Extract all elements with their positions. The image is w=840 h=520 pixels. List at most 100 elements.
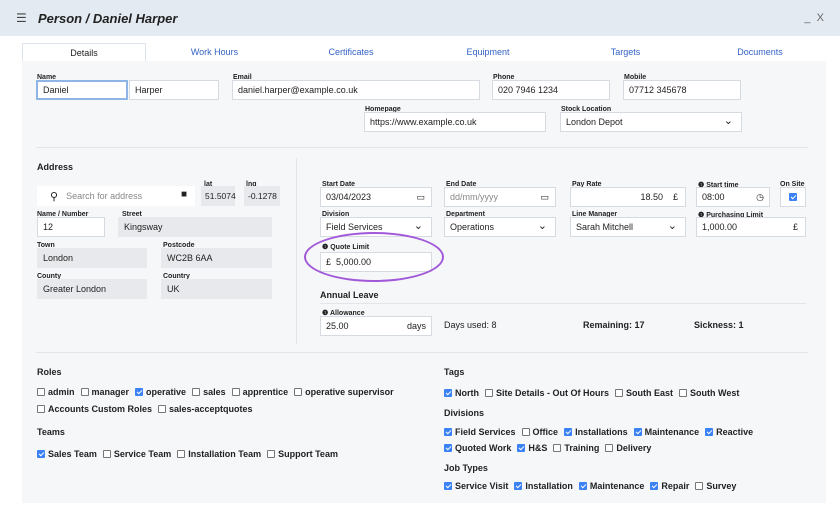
job-type-survey[interactable]: Survey	[695, 481, 736, 491]
currency-symbol: £	[672, 192, 678, 202]
on-site-checkbox[interactable]	[789, 193, 797, 201]
role-admin[interactable]: admin	[37, 387, 75, 397]
tab-work-hours[interactable]: Work Hours	[146, 43, 283, 61]
end-date-input[interactable]: dd/mm/yyyy ▭	[444, 187, 556, 207]
tag-north[interactable]: North	[444, 388, 479, 398]
checkbox[interactable]	[80, 388, 89, 396]
checkbox[interactable]	[485, 389, 493, 397]
role-operative-supervisor[interactable]: operative supervisor	[294, 387, 394, 397]
phone-input[interactable]: 020 7946 1234	[492, 80, 610, 100]
role-sales-acceptquotes[interactable]: sales-acceptquotes	[158, 404, 253, 414]
purchasing-limit-input[interactable]: 1,000.00 £	[696, 217, 806, 237]
address-search-placeholder: Search for address	[66, 191, 143, 201]
role-sales[interactable]: sales	[192, 387, 226, 397]
division-h-and-s[interactable]: H&S	[517, 443, 547, 453]
division-training[interactable]: Training	[553, 443, 599, 453]
division-quoted-work[interactable]: Quoted Work	[444, 443, 511, 453]
checkbox[interactable]	[192, 388, 201, 396]
address-heading: Address	[37, 162, 74, 172]
checkbox[interactable]	[135, 388, 144, 396]
checkbox[interactable]	[444, 444, 452, 452]
start-date-input[interactable]: 03/04/2023 ▭	[320, 187, 432, 207]
checkbox[interactable]	[553, 444, 562, 452]
teams-row: Sales Team Service Team Installation Team S…	[37, 449, 344, 459]
checkbox[interactable]	[564, 428, 573, 436]
calendar-icon[interactable]: ▭	[416, 192, 425, 203]
checkbox[interactable]	[37, 405, 45, 413]
tab-details[interactable]: Details	[22, 43, 146, 61]
checkbox[interactable]	[158, 405, 167, 413]
checkbox[interactable]	[102, 450, 111, 458]
last-name-input[interactable]: Harper	[129, 80, 219, 100]
hamburger-icon[interactable]: ☰	[16, 12, 27, 24]
divisions-heading: Divisions	[444, 408, 485, 418]
job-type-installation[interactable]: Installation	[514, 481, 573, 491]
role-accounts-custom-roles[interactable]: Accounts Custom Roles	[37, 404, 152, 414]
tag-south-west[interactable]: South West	[679, 388, 739, 398]
checkbox[interactable]	[705, 428, 714, 436]
division-maintenance[interactable]: Maintenance	[633, 427, 699, 437]
roles-row-1: admin manager operative sales apprentice oper…	[37, 387, 400, 397]
job-type-repair[interactable]: Repair	[650, 481, 689, 491]
job-type-maintenance[interactable]: Maintenance	[578, 481, 644, 491]
close-button[interactable]: X	[817, 12, 824, 24]
checkbox[interactable]	[514, 482, 523, 490]
role-apprentice[interactable]: apprentice	[231, 387, 288, 397]
division-field-services[interactable]: Field Services	[444, 427, 516, 437]
stock-location-select[interactable]: London Depot	[560, 112, 742, 132]
line-manager-select[interactable]: Sarah Mitchell	[570, 217, 686, 237]
email-input[interactable]: daniel.harper@example.co.uk	[232, 80, 480, 100]
checkbox[interactable]	[267, 450, 276, 458]
job-type-service-visit[interactable]: Service Visit	[444, 481, 508, 491]
checkbox[interactable]	[578, 482, 587, 490]
minimize-button[interactable]: _	[804, 12, 810, 24]
checkbox[interactable]	[695, 482, 704, 490]
on-site-toggle[interactable]	[780, 187, 806, 207]
address-search-input[interactable]: ⚲ Search for address ■	[37, 186, 195, 206]
first-name-input[interactable]: Daniel	[36, 80, 128, 100]
division-installations[interactable]: Installations	[564, 427, 628, 437]
checkbox[interactable]	[521, 428, 530, 436]
clock-icon[interactable]: ◷	[756, 192, 764, 203]
tab-targets[interactable]: Targets	[557, 43, 694, 61]
checkbox[interactable]	[37, 450, 45, 458]
checkbox[interactable]	[517, 444, 526, 452]
role-manager[interactable]: manager	[80, 387, 129, 397]
checkbox[interactable]	[444, 428, 452, 436]
calendar-icon[interactable]: ▭	[540, 192, 549, 203]
checkbox[interactable]	[633, 428, 642, 436]
checkbox[interactable]	[231, 388, 240, 396]
department-select[interactable]: Operations	[444, 217, 556, 237]
checkbox[interactable]	[444, 482, 452, 490]
checkbox[interactable]	[615, 389, 624, 397]
homepage-input[interactable]: https://www.example.co.uk	[364, 112, 546, 132]
team-support[interactable]: Support Team	[267, 449, 338, 459]
team-installation[interactable]: Installation Team	[177, 449, 261, 459]
lock-icon[interactable]: ■	[181, 189, 187, 200]
team-service[interactable]: Service Team	[102, 449, 171, 459]
division-delivery[interactable]: Delivery	[605, 443, 651, 453]
pay-rate-input[interactable]: 18.50 £	[570, 187, 686, 207]
mobile-input[interactable]: 07712 345678	[623, 80, 741, 100]
start-time-input[interactable]: 08:00 ◷	[696, 187, 770, 207]
end-date-placeholder: dd/mm/yyyy	[450, 192, 499, 202]
tab-documents[interactable]: Documents	[694, 43, 826, 61]
allowance-input[interactable]: 25.00 days	[320, 316, 432, 336]
number-input[interactable]: 12	[37, 217, 105, 237]
tab-equipment[interactable]: Equipment	[419, 43, 557, 61]
team-sales[interactable]: Sales Team	[37, 449, 97, 459]
role-operative[interactable]: operative	[135, 387, 186, 397]
checkbox[interactable]	[650, 482, 659, 490]
checkbox[interactable]	[679, 389, 688, 397]
checkbox[interactable]	[177, 450, 186, 458]
tag-south-east[interactable]: South East	[615, 388, 673, 398]
tag-site-details[interactable]: Site Details - Out Of Hours	[485, 388, 609, 398]
checkbox[interactable]	[294, 388, 303, 396]
section-divider	[36, 352, 808, 353]
checkbox[interactable]	[605, 444, 614, 452]
checkbox[interactable]	[444, 389, 452, 397]
division-reactive[interactable]: Reactive	[705, 427, 753, 437]
division-office[interactable]: Office	[521, 427, 558, 437]
checkbox[interactable]	[37, 388, 45, 396]
tab-certificates[interactable]: Certificates	[283, 43, 419, 61]
